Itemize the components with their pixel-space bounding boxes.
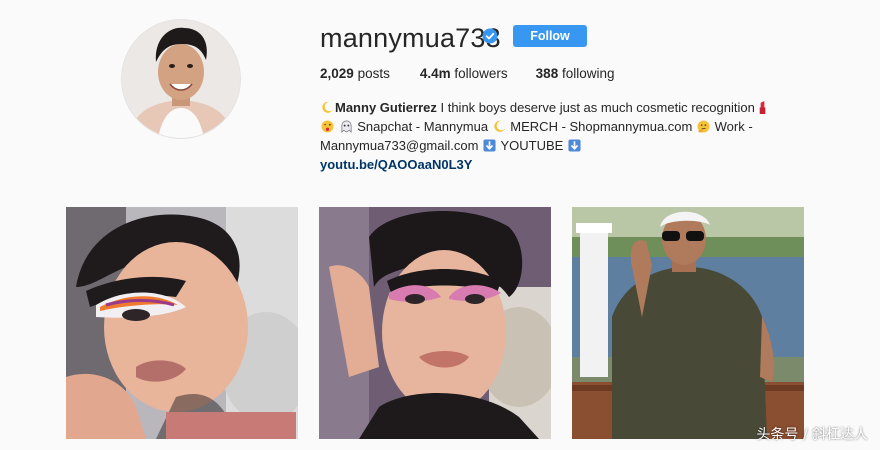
watermark-text: 头条号 / 斜杠达人 [756,427,868,443]
post-thumbnail-2[interactable] [319,207,551,439]
thinking-emoji-icon [697,120,710,133]
bio-full-name: Manny Gutierrez [335,100,437,115]
bio-line-4: youtu.be/QAOOaaN0L3Y [320,155,790,174]
bio-snapchat: Snapchat - Mannymua [357,119,489,134]
following-label: following [561,66,615,81]
posts-count: 2,029 [320,66,354,81]
bio-tagline: I think boys deserve just as much cosmet… [440,100,755,115]
post-thumbnail-3[interactable] [572,207,804,439]
bio-merch: MERCH - Shopmannymua.com [510,119,693,134]
bio-work: Work - [714,119,753,134]
post-thumbnail-1[interactable] [66,207,298,439]
wink-emoji-icon [321,120,334,133]
posts-stat: 2,029 posts [320,66,390,81]
moon-emoji-icon [322,101,334,113]
following-stat[interactable]: 388 following [536,66,615,81]
followers-stat[interactable]: 4.4m followers [420,66,508,81]
profile-avatar[interactable] [122,20,240,138]
profile-stats: 2,029 posts 4.4m followers 388 following [320,66,645,81]
posts-label: posts [357,66,390,81]
lipstick-emoji-icon [759,101,766,114]
bio-line-1: Manny Gutierrez I think boys deserve jus… [320,98,790,117]
followers-count: 4.4m [419,66,451,81]
ghost-emoji-icon [341,120,352,133]
username: mannymua733 [320,23,501,53]
moon-emoji-icon [493,120,505,132]
verified-badge-icon [482,28,498,44]
follow-button[interactable]: Follow [513,25,587,47]
bio-line-2: Snapchat - Mannymua MERCH - Shopmannymua… [320,117,790,136]
following-count: 388 [535,66,559,81]
bio-youtube: YOUTUBE [500,138,564,153]
followers-label: followers [454,66,508,81]
bio-link[interactable]: youtu.be/QAOOaaN0L3Y [320,157,472,172]
bio-line-3: Mannymua733@gmail.com YOUTUBE [320,136,790,155]
profile-bio: Manny Gutierrez I think boys deserve jus… [320,98,790,174]
down-arrow-emoji-icon [483,139,496,152]
bio-email: Mannymua733@gmail.com [320,138,479,153]
down-arrow-emoji-icon [568,139,581,152]
